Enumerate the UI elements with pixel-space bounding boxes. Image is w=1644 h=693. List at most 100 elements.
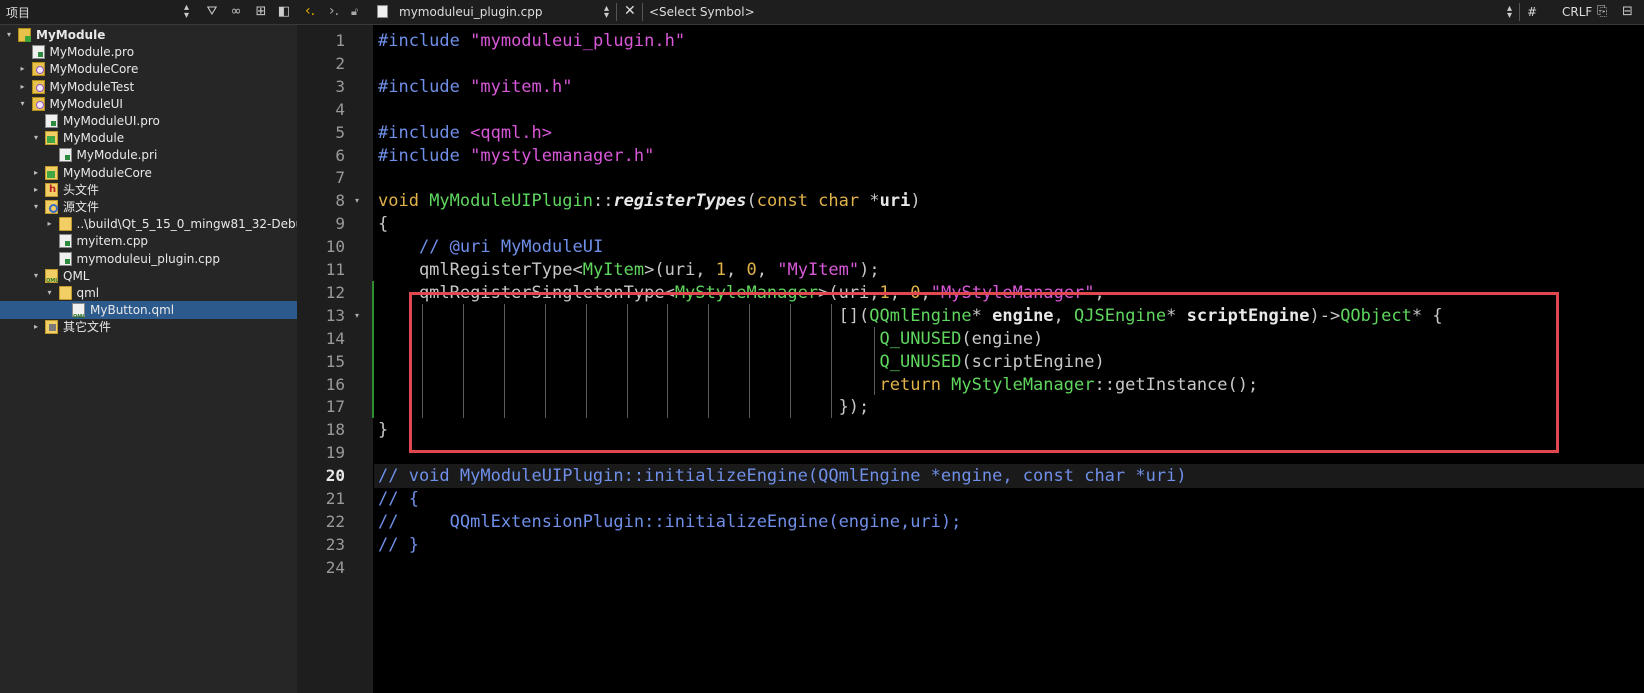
line-number: 5 (335, 122, 345, 142)
expand-arrow-icon[interactable]: ▾ (4, 26, 14, 44)
collapse-arrow-icon[interactable]: ▸ (45, 215, 55, 233)
link-icon[interactable]: ∞ (228, 4, 244, 19)
close-file-icon[interactable]: ✕ (624, 3, 636, 19)
tree-item[interactable]: ▾ 源文件 (0, 198, 297, 216)
annotation-highlight-box (409, 292, 1559, 453)
code-token: // @uri MyModuleUI (418, 237, 604, 258)
pro-file-icon (31, 45, 45, 60)
code-line[interactable]: #include "mystylemanager.h" (378, 144, 654, 168)
tree-item[interactable]: ▸ MyModuleTest (0, 78, 297, 96)
open-file-name[interactable]: mymoduleui_plugin.cpp (399, 5, 542, 19)
expand-arrow-icon[interactable]: ▾ (18, 95, 28, 113)
qt-folder-icon (45, 165, 58, 180)
tree-item[interactable]: MyModuleUI.pro (0, 112, 297, 130)
split-editor-icon[interactable]: ⊟ (1622, 4, 1633, 19)
code-line[interactable]: #include <qqml.h> (378, 121, 552, 145)
code-line[interactable]: // void MyModuleUIPlugin::initializeEngi… (378, 464, 1187, 488)
tree-item[interactable]: ▸ 其它文件 (0, 318, 297, 336)
code-token: uri (879, 191, 911, 212)
expand-arrow-icon[interactable]: ▾ (31, 129, 41, 147)
tree-item-label: MyModuleCore (63, 165, 152, 180)
tree-item[interactable]: ▾ MyModuleUI (0, 95, 297, 113)
collapse-sidebar-icon[interactable]: ◧ (276, 4, 292, 19)
tree-item[interactable]: ▸ MyModuleCore (0, 60, 297, 78)
tree-item[interactable]: ▾ MyModule (0, 129, 297, 147)
code-line[interactable]: { (378, 212, 388, 236)
line-number: 6 (335, 145, 345, 165)
expand-arrow-icon[interactable]: ▾ (31, 267, 41, 285)
tree-item[interactable]: MyModule.pro (0, 43, 297, 61)
collapse-arrow-icon[interactable]: ▸ (18, 60, 28, 78)
code-token: ( (746, 191, 757, 212)
code-token: { (378, 214, 389, 235)
tree-item-label: MyModule.pro (49, 45, 135, 60)
tree-item[interactable]: myitem.cpp (0, 232, 297, 250)
tree-item[interactable]: ▸ 头文件 (0, 181, 297, 199)
tree-item-label: MyModuleTest (49, 79, 135, 94)
tree-item[interactable]: ▾ MyModule (0, 26, 297, 44)
forward-arrow-icon[interactable]: ›. (329, 3, 339, 19)
code-line[interactable]: // QQmlExtensionPlugin::initializeEngine… (378, 510, 961, 534)
tree-item-label: 源文件 (63, 200, 100, 214)
line-number: 21 (325, 489, 345, 508)
code-token: "MyItem" (777, 260, 860, 280)
code-line[interactable]: #include "myitem.h" (378, 75, 572, 99)
line-ending-selector[interactable]: CRLF (1562, 5, 1592, 19)
lock-icon[interactable]: 🔓︎ (351, 5, 358, 19)
code-token: :: (592, 191, 614, 212)
code-line[interactable]: void MyModuleUIPlugin::registerTypes(con… (378, 189, 921, 213)
line-column-indicator[interactable]: # (1527, 5, 1537, 19)
line-number: 9 (335, 214, 345, 234)
tree-item[interactable]: ▾ qml (0, 284, 297, 302)
tree-item[interactable]: ▸ MyModuleCore (0, 164, 297, 182)
file-selector-arrows-icon[interactable]: ▴ ▾ (604, 4, 609, 21)
line-number: 17 (325, 397, 345, 417)
code-token: 1 (715, 260, 727, 280)
pri-file-icon (58, 148, 72, 163)
code-line[interactable]: qmlRegisterType<MyItem>(uri, 1, 0, "MyIt… (378, 258, 880, 282)
view-selector-arrows-icon[interactable]: ▴ ▾ (184, 3, 189, 21)
tree-item[interactable]: ▸ ..\build\Qt_5_15_0_mingw81_32-Debug (0, 215, 297, 233)
back-arrow-icon[interactable]: ‹. (305, 3, 315, 19)
code-token: #include (378, 31, 471, 51)
code-line[interactable]: #include "mymoduleui_plugin.h" (378, 29, 685, 53)
cpp-file-icon (377, 5, 388, 18)
line-number: 24 (325, 557, 345, 577)
line-number: 14 (325, 328, 345, 348)
file-settings-icon[interactable]: ⎘ (1597, 4, 1607, 19)
symbol-selector[interactable]: <Select Symbol> (649, 5, 755, 19)
code-token: qmlRegisterType< (378, 260, 583, 280)
tree-item[interactable]: MyModule.pri (0, 146, 297, 164)
collapse-arrow-icon[interactable]: ▸ (31, 164, 41, 182)
code-line[interactable]: } (378, 418, 388, 442)
tree-item-label: MyModuleCore (49, 62, 139, 77)
code-token: } (378, 420, 389, 441)
fold-marker-icon[interactable]: ▾ (355, 304, 359, 328)
split-icon[interactable]: ⊞ (253, 4, 269, 19)
tree-item[interactable]: MyButton.qml (0, 301, 297, 320)
expand-arrow-icon[interactable]: ▾ (45, 284, 55, 302)
cpp-file-icon (58, 251, 72, 266)
filter-icon[interactable]: ⛛ (204, 4, 220, 19)
line-number: 20 (325, 466, 345, 486)
tree-item[interactable]: ▾ QML (0, 267, 297, 285)
line-number: 15 (325, 351, 345, 371)
collapse-arrow-icon[interactable]: ▸ (18, 78, 28, 96)
code-line[interactable]: // } (378, 533, 419, 557)
symbol-selector-arrows-icon[interactable]: ▴ ▾ (1507, 4, 1512, 21)
collapse-arrow-icon[interactable]: ▸ (31, 181, 41, 199)
expand-arrow-icon[interactable]: ▾ (31, 198, 41, 216)
toolbar-divider (1519, 3, 1520, 21)
line-number: 13 (325, 305, 345, 325)
code-line[interactable]: // @uri MyModuleUI (378, 235, 603, 259)
tree-item[interactable]: mymoduleui_plugin.cpp (0, 250, 297, 268)
tree-item-label: MyModuleUI.pro (63, 114, 160, 128)
code-line[interactable]: // { (378, 487, 419, 511)
project-panel-title[interactable]: 项目 (6, 4, 30, 21)
fold-marker-icon[interactable]: ▾ (355, 189, 359, 213)
collapse-arrow-icon[interactable]: ▸ (31, 318, 41, 336)
tree-item-label: MyModule.pri (76, 148, 158, 163)
qml-file-icon (72, 303, 85, 319)
tree-item-label: mymoduleui_plugin.cpp (76, 251, 220, 266)
code-token: "mystylemanager.h" (470, 145, 655, 166)
